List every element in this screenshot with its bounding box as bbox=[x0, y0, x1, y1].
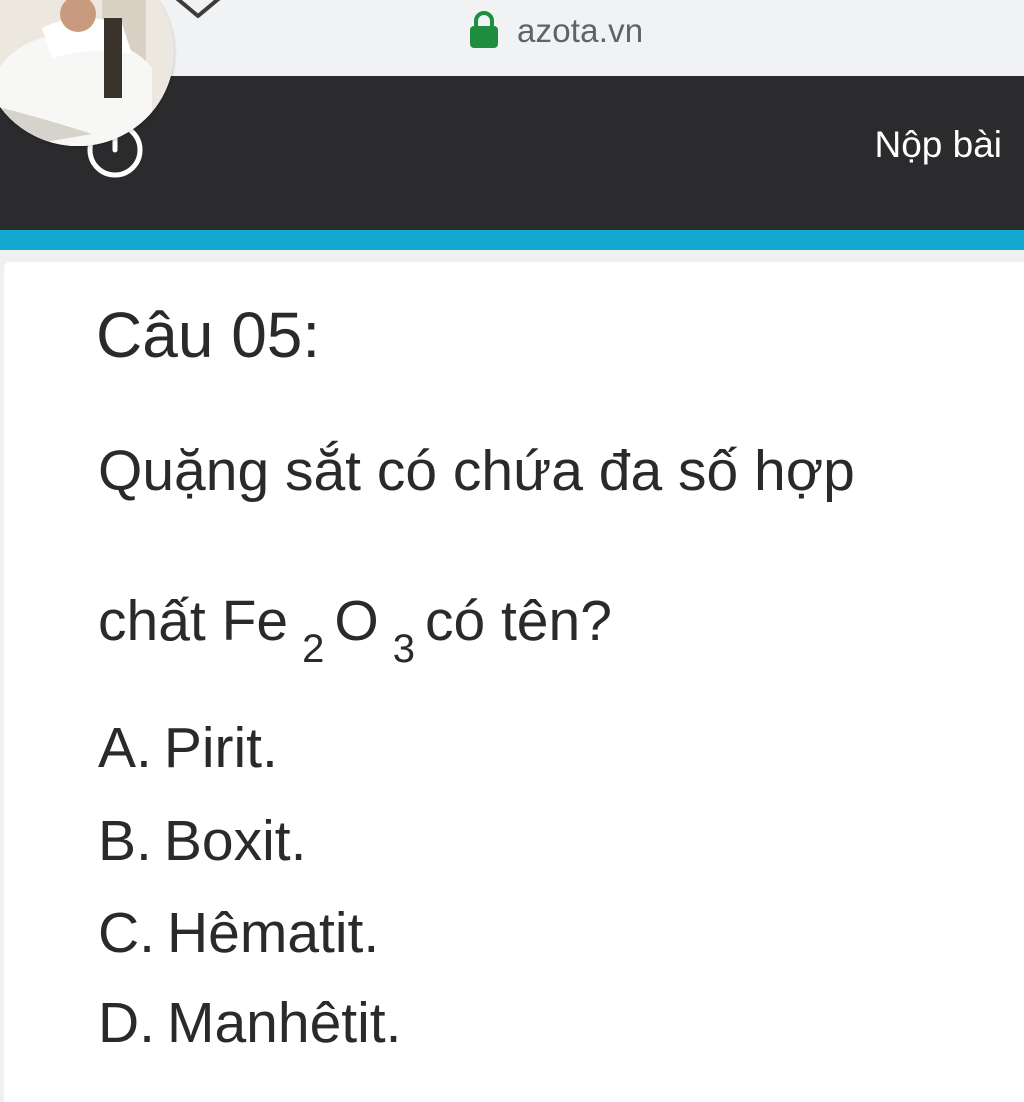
option-c[interactable]: C. Hêmatit. bbox=[98, 900, 379, 966]
option-text: Hêmatit. bbox=[167, 901, 380, 965]
question-text-line2: chất Fe 2 O 3 có tên? bbox=[98, 588, 612, 671]
question-text-suffix: có tên? bbox=[424, 589, 612, 653]
question-text-oxygen: O bbox=[334, 589, 379, 653]
chevron-down-icon[interactable] bbox=[170, 0, 226, 22]
subscript-3: 3 bbox=[392, 627, 415, 671]
option-text: Manhêtit. bbox=[167, 991, 402, 1055]
option-letter: B. bbox=[98, 809, 152, 873]
option-a[interactable]: A. Pirit. bbox=[98, 715, 278, 781]
question-text-prefix: chất Fe bbox=[98, 589, 289, 653]
url-text[interactable]: azota.vn bbox=[517, 12, 643, 50]
option-text: Boxit. bbox=[163, 809, 307, 873]
option-b[interactable]: B. Boxit. bbox=[98, 808, 306, 874]
question-card bbox=[4, 262, 1024, 1102]
submit-button[interactable]: Nộp bài bbox=[874, 124, 1002, 166]
option-letter: A. bbox=[98, 716, 152, 780]
option-letter: C. bbox=[98, 901, 155, 965]
option-letter: D. bbox=[98, 991, 155, 1055]
accent-bar bbox=[0, 230, 1024, 250]
option-d[interactable]: D. Manhêtit. bbox=[98, 990, 401, 1056]
question-text-line1: Quặng sắt có chứa đa số hợp bbox=[98, 439, 855, 503]
subscript-2: 2 bbox=[302, 627, 325, 671]
question-title: Câu 05: bbox=[96, 299, 321, 371]
lock-icon bbox=[470, 11, 498, 48]
option-text: Pirit. bbox=[163, 716, 278, 780]
